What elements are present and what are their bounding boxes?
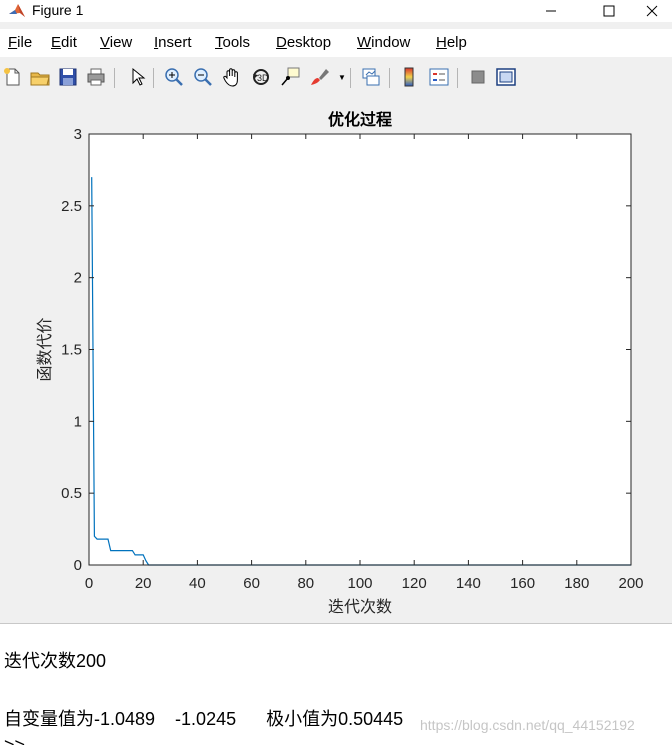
brush-icon[interactable] <box>308 66 330 88</box>
console-iterations-line: 迭代次数200 <box>4 651 107 671</box>
x-tick-label: 100 <box>347 575 372 592</box>
menu-window[interactable]: Window <box>357 35 410 51</box>
chart-title: 优化过程 <box>328 110 392 129</box>
maximize-button[interactable] <box>586 0 632 22</box>
x-tick-label: 20 <box>135 575 152 592</box>
window-title: Figure 1 <box>32 2 84 18</box>
minimize-button[interactable] <box>528 0 574 22</box>
x-tick-label: 40 <box>189 575 206 592</box>
matlab-logo-icon <box>9 4 25 17</box>
save-icon[interactable] <box>57 66 79 88</box>
toolbar-separator <box>389 68 390 88</box>
menu-insert[interactable]: Insert <box>154 35 192 51</box>
print-icon[interactable] <box>85 66 107 88</box>
legend-icon[interactable] <box>428 66 450 88</box>
title-bar[interactable]: Figure 1 <box>0 0 672 22</box>
menu-tools[interactable]: Tools <box>215 35 250 51</box>
colorbar-icon[interactable] <box>398 66 420 88</box>
figure-canvas[interactable]: 0 20 40 60 80 100 120 140 160 180 200 0 0.5 1 1.5 2 2.5 3… <box>0 97 672 623</box>
close-icon <box>646 5 658 17</box>
toolbar-separator <box>457 68 458 88</box>
zoom-out-icon[interactable] <box>192 66 214 88</box>
show-plot-tools-icon[interactable] <box>495 66 517 88</box>
rotate-3d-icon[interactable]: 3D <box>250 66 272 88</box>
axes-plot[interactable]: 0 20 40 60 80 100 120 140 160 180 200 0 0.5 1 1.5 2 2.5 3… <box>0 97 672 623</box>
y-tick-label: 2 <box>74 270 82 287</box>
zoom-in-icon[interactable] <box>163 66 185 88</box>
link-plot-icon[interactable] <box>360 66 382 88</box>
brush-dropdown-icon[interactable]: ▼ <box>338 73 346 82</box>
hide-plot-tools-icon[interactable] <box>467 66 489 88</box>
x-tick-label: 120 <box>402 575 427 592</box>
x-tick-label: 0 <box>85 575 93 592</box>
y-tick-label: 0.5 <box>61 485 82 502</box>
menu-file[interactable]: File <box>8 35 32 51</box>
x-axis-label: 迭代次数 <box>328 598 392 616</box>
toolbar-separator <box>153 68 154 88</box>
x-tick-label: 160 <box>510 575 535 592</box>
x-tick-label: 80 <box>297 575 314 592</box>
y-tick-label: 1.5 <box>61 342 82 359</box>
y-tick-label: 0 <box>74 557 82 574</box>
edit-plot-arrow-icon[interactable] <box>126 66 148 88</box>
menu-view[interactable]: View <box>100 35 132 51</box>
y-tick-label: 2.5 <box>61 198 82 215</box>
menu-help[interactable]: Help <box>436 35 467 51</box>
toolbar-separator <box>350 68 351 88</box>
x-tick-label: 60 <box>243 575 260 592</box>
new-figure-icon[interactable] <box>2 66 24 88</box>
minimize-icon <box>546 10 556 12</box>
svg-text:3D: 3D <box>257 73 269 83</box>
open-file-icon[interactable] <box>29 66 51 88</box>
x-tick-label: 200 <box>618 575 643 592</box>
figure-toolbar: 3D ▼ <box>0 62 672 94</box>
x-tick-label: 180 <box>564 575 589 592</box>
menu-bar: File Edit View Insert Tools Desktop Wind… <box>0 29 672 57</box>
console-prompt[interactable]: >> <box>4 734 25 745</box>
close-button[interactable] <box>632 0 672 22</box>
toolbar-separator <box>114 68 115 88</box>
y-axis-label: 函数代价 <box>36 317 54 381</box>
figure-window: Figure 1 File Edit View Insert Tools Des… <box>0 0 672 624</box>
maximize-icon <box>603 5 615 17</box>
y-tick-label: 1 <box>74 413 82 430</box>
axes-background <box>89 134 631 565</box>
pan-hand-icon[interactable] <box>221 66 243 88</box>
data-cursor-icon[interactable] <box>279 66 301 88</box>
menu-edit[interactable]: Edit <box>51 35 77 51</box>
console-result-line: 自变量值为-1.0489 -1.0245 极小值为0.50445 <box>4 709 404 729</box>
watermark-text: https://blog.csdn.net/qq_44152192 <box>420 717 635 733</box>
y-tick-label: 3 <box>74 126 82 143</box>
x-tick-label: 140 <box>456 575 481 592</box>
menu-desktop[interactable]: Desktop <box>276 35 331 51</box>
